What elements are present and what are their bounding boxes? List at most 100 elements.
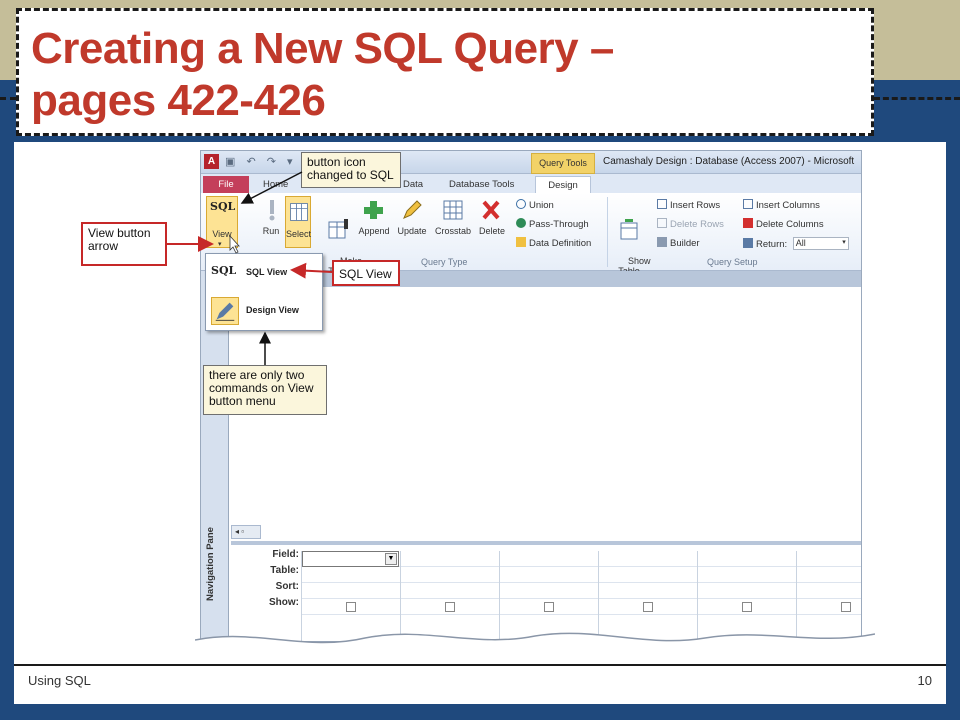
- grid-row-headers: Field: Table: Sort: Show:: [231, 547, 299, 611]
- field-cell[interactable]: [797, 551, 861, 567]
- tab-design[interactable]: Design: [535, 176, 591, 193]
- show-cell: [500, 599, 598, 615]
- chevron-down-icon[interactable]: ▼: [385, 553, 397, 565]
- query-tools-context-tab: Query Tools: [531, 153, 595, 174]
- table-cell[interactable]: [401, 567, 499, 583]
- view-dropdown-arrow-icon[interactable]: ▾: [218, 240, 222, 248]
- table-cell[interactable]: [797, 567, 861, 583]
- sort-cell[interactable]: [599, 583, 697, 599]
- tab-file[interactable]: File: [203, 176, 249, 193]
- data-definition-button[interactable]: Data Definition: [516, 237, 591, 249]
- delete-label: Delete: [478, 226, 505, 236]
- sql-view-icon: SQL: [211, 264, 237, 277]
- access-app-icon[interactable]: A: [204, 154, 219, 169]
- design-view-icon: [211, 297, 239, 325]
- menu-item-design-view[interactable]: Design View: [208, 294, 320, 328]
- insert-columns-icon: [743, 199, 753, 209]
- document-tab-strip: [231, 271, 861, 287]
- run-icon: [269, 200, 275, 221]
- horizontal-scrollbar[interactable]: ◂ ▫: [231, 525, 261, 539]
- insert-columns-button[interactable]: Insert Columns: [743, 199, 820, 211]
- pass-through-label: Pass-Through: [529, 219, 589, 230]
- sort-cell[interactable]: [302, 583, 400, 599]
- crosstab-grid-icon: [443, 200, 463, 220]
- select-query-icon: [290, 203, 308, 221]
- builder-button[interactable]: Builder: [657, 237, 700, 249]
- insert-rows-button[interactable]: Insert Rows: [657, 199, 720, 211]
- delete-rows-label: Delete Rows: [670, 219, 724, 230]
- field-combobox[interactable]: ▼: [302, 551, 399, 567]
- field-cell[interactable]: [599, 551, 697, 567]
- menu-item-design-view-label: Design View: [246, 305, 299, 315]
- update-pencil-icon: [403, 200, 422, 219]
- return-label: Return:: [756, 239, 788, 250]
- delete-columns-label: Delete Columns: [756, 219, 824, 230]
- sort-cell[interactable]: [500, 583, 598, 599]
- return-icon: [743, 238, 753, 248]
- slide-footer: Using SQL 10: [14, 664, 946, 704]
- delete-button[interactable]: Delete: [477, 197, 507, 236]
- chevron-down-icon: ▾: [842, 239, 846, 246]
- sort-cell[interactable]: [401, 583, 499, 599]
- table-cell[interactable]: [599, 567, 697, 583]
- pane-splitter[interactable]: [231, 541, 861, 545]
- show-checkbox[interactable]: [445, 602, 455, 612]
- menu-item-sql-view[interactable]: SQL SQL View: [208, 256, 320, 290]
- insert-rows-icon: [657, 199, 667, 209]
- ribbon-tabs: File Home Data Database Tools Design: [201, 174, 861, 193]
- crosstab-label: Crosstab: [434, 226, 471, 236]
- data-definition-icon: [516, 237, 526, 247]
- grid-row-header-sort: Sort:: [275, 581, 299, 592]
- return-control: Return: All ▾: [743, 237, 849, 250]
- delete-columns-button[interactable]: Delete Columns: [743, 218, 824, 230]
- sort-cell[interactable]: [797, 583, 861, 599]
- show-checkbox[interactable]: [742, 602, 752, 612]
- crosstab-button[interactable]: Crosstab: [433, 197, 473, 236]
- group-label-query-setup: Query Setup: [707, 257, 758, 267]
- sort-cell[interactable]: [698, 583, 796, 599]
- update-label: Update: [397, 226, 427, 236]
- tab-database-tools[interactable]: Database Tools: [449, 176, 514, 193]
- update-button[interactable]: Update: [395, 197, 429, 236]
- select-button[interactable]: Select: [285, 196, 311, 248]
- slide-title-line1: Creating a New SQL Query –: [31, 24, 614, 73]
- delete-rows-icon: [657, 218, 667, 228]
- field-cell[interactable]: [698, 551, 796, 567]
- table-cell[interactable]: [698, 567, 796, 583]
- table-cell[interactable]: [302, 567, 400, 583]
- title-box: Creating a New SQL Query – pages 422-426: [16, 8, 874, 136]
- show-checkbox[interactable]: [643, 602, 653, 612]
- navigation-pane-label: Navigation Pane: [205, 527, 216, 601]
- delete-rows-button[interactable]: Delete Rows: [657, 218, 724, 230]
- ribbon-separator: [607, 197, 608, 267]
- return-value: All: [795, 238, 806, 248]
- return-combobox[interactable]: All ▾: [792, 237, 849, 250]
- pass-through-button[interactable]: Pass-Through: [516, 218, 589, 230]
- builder-wand-icon: [657, 237, 667, 247]
- append-plus-icon: [364, 201, 383, 219]
- tab-external-data[interactable]: Data: [403, 176, 423, 193]
- append-button[interactable]: Append: [357, 197, 391, 236]
- tab-home[interactable]: Home: [263, 176, 288, 193]
- field-cell[interactable]: [401, 551, 499, 567]
- union-label: Union: [529, 200, 554, 211]
- show-cell: [698, 599, 796, 615]
- callout-sql-view: SQL View: [332, 260, 400, 286]
- quick-access-toolbar[interactable]: ▣ ↶ ↷ ▾: [225, 155, 297, 168]
- slide-title-line2: pages 422-426: [31, 76, 326, 125]
- field-cell[interactable]: [500, 551, 598, 567]
- show-checkbox[interactable]: [841, 602, 851, 612]
- select-label: Select: [286, 229, 312, 239]
- show-checkbox[interactable]: [544, 602, 554, 612]
- field-cell[interactable]: ▼: [302, 551, 400, 567]
- callout-two-commands: there are only two commands on View butt…: [203, 365, 327, 415]
- union-button[interactable]: Union: [516, 199, 554, 211]
- globe-icon: [516, 218, 526, 228]
- view-button[interactable]: SQL View ▾: [206, 196, 238, 248]
- show-table-icon: [620, 219, 638, 240]
- show-checkbox[interactable]: [346, 602, 356, 612]
- run-button[interactable]: Run: [259, 197, 283, 236]
- table-cell[interactable]: [500, 567, 598, 583]
- append-label: Append: [358, 226, 390, 236]
- view-dropdown-menu: SQL SQL View Design View: [205, 253, 323, 331]
